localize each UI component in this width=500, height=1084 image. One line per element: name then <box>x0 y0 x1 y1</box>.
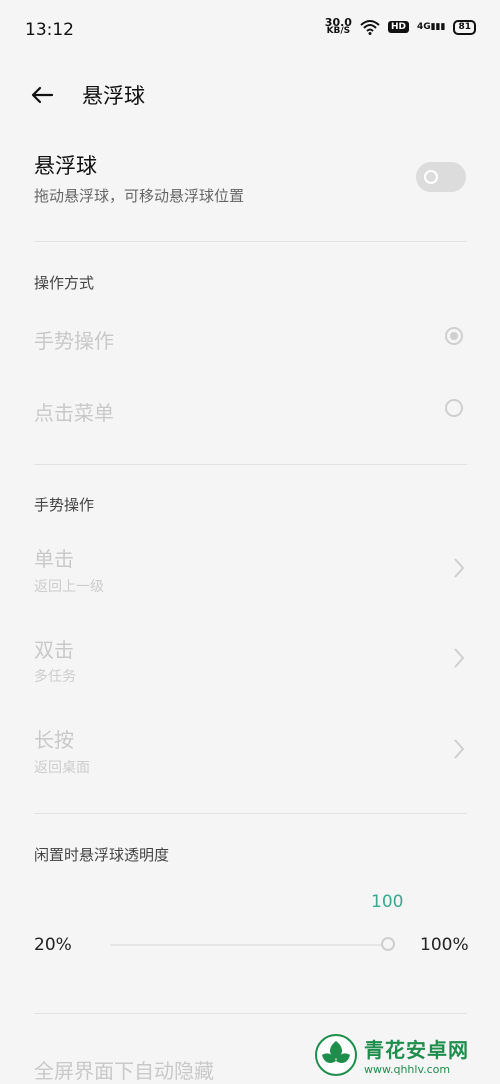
status-bar: 13:12 30.0 KB/S HD 4G▮▮▮ 81 <box>0 0 500 60</box>
status-icons: 30.0 KB/S HD 4G▮▮▮ 81 <box>325 17 476 36</box>
hd-badge: HD <box>387 21 409 33</box>
network-speed: 30.0 KB/S <box>325 17 352 36</box>
watermark-title: 青花安卓网 <box>364 1038 469 1062</box>
network-speed-unit: KB/S <box>326 26 351 36</box>
fullscreen-auto-hide-label[interactable]: 全屏界面下自动隐藏 <box>34 1055 214 1084</box>
floating-ball-toggle[interactable] <box>416 162 466 192</box>
status-time: 13:12 <box>25 20 74 40</box>
transparency-slider-thumb[interactable] <box>381 937 395 951</box>
radio-gesture[interactable] <box>445 327 463 345</box>
battery-icon: 81 <box>453 19 476 35</box>
chevron-right-icon[interactable] <box>452 556 466 580</box>
toggle-knob <box>424 170 438 184</box>
chevron-right-icon[interactable] <box>452 737 466 761</box>
divider <box>34 241 467 242</box>
section-title-transparency: 闲置时悬浮球透明度 <box>34 846 170 864</box>
watermark-logo-icon <box>315 1034 357 1076</box>
chevron-right-icon[interactable] <box>452 646 466 670</box>
slider-max-label: 100% <box>420 935 469 955</box>
page-title: 悬浮球 <box>82 84 145 108</box>
gesture-long-press-title[interactable]: 长按 <box>34 724 74 753</box>
divider <box>34 1013 467 1014</box>
watermark-url: www.qhhlv.com <box>364 1063 451 1076</box>
signal-icon: 4G▮▮▮ <box>416 22 446 32</box>
signal-label: 4G <box>416 22 431 32</box>
app-header: 悬浮球 <box>0 70 500 120</box>
gesture-long-press-subtitle: 返回桌面 <box>34 760 90 776</box>
section-title-operation-mode: 操作方式 <box>34 274 95 292</box>
battery-level: 81 <box>458 21 471 32</box>
gesture-single-tap-subtitle: 返回上一级 <box>34 579 104 595</box>
divider <box>34 813 467 814</box>
gesture-single-tap-title[interactable]: 单击 <box>34 543 74 572</box>
gesture-double-tap-subtitle: 多任务 <box>34 669 76 685</box>
watermark: 青花安卓网 www.qhhlv.com <box>314 1030 494 1080</box>
option-click-menu[interactable]: 点击菜单 <box>34 397 114 426</box>
radio-click-menu[interactable] <box>445 399 463 417</box>
option-gesture[interactable]: 手势操作 <box>34 325 114 354</box>
floating-ball-title: 悬浮球 <box>34 154 97 178</box>
wifi-icon <box>360 20 380 35</box>
back-arrow-icon[interactable] <box>28 80 58 110</box>
slider-min-label: 20% <box>34 935 72 955</box>
divider <box>34 464 467 465</box>
slider-value: 100 <box>371 892 404 912</box>
gesture-double-tap-title[interactable]: 双击 <box>34 634 74 663</box>
section-title-gestures: 手势操作 <box>34 496 95 514</box>
transparency-slider-track[interactable] <box>110 944 385 946</box>
floating-ball-subtitle: 拖动悬浮球，可移动悬浮球位置 <box>34 187 245 205</box>
